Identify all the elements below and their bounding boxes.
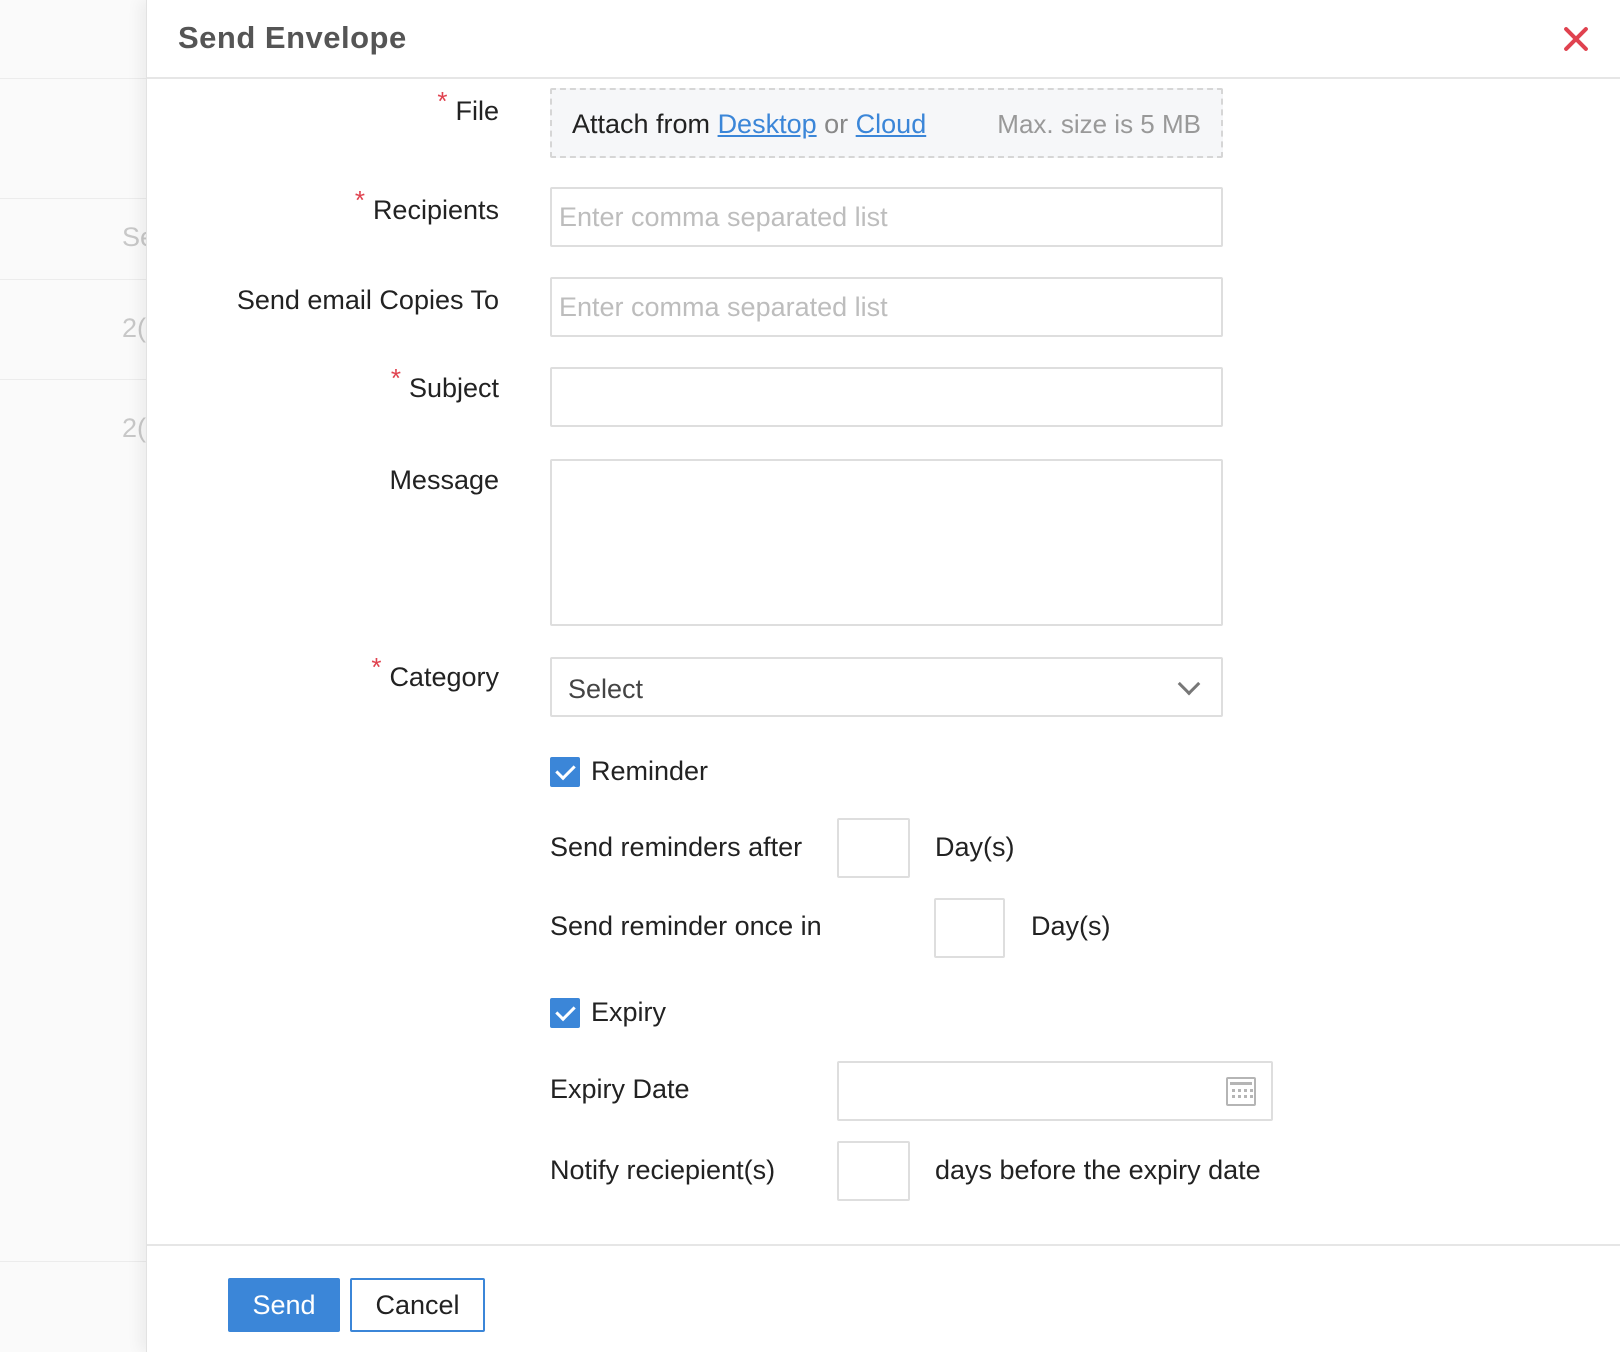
background-divider (0, 1261, 146, 1262)
notify-suffix: days before the expiry date (935, 1155, 1261, 1185)
recipients-input[interactable] (550, 187, 1223, 247)
max-size-note: Max. size is 5 MB (997, 109, 1201, 139)
reminder-once-label: Send reminder once in (550, 911, 822, 941)
background-row-text: Se (122, 222, 146, 252)
notify-days-input[interactable] (837, 1141, 910, 1201)
file-attach-dropzone[interactable]: Attach from Desktop or Cloud Max. size i… (550, 88, 1223, 158)
chevron-down-icon (1177, 672, 1201, 696)
cloud-link[interactable]: Cloud (856, 109, 927, 139)
send-envelope-dialog: Send Envelope * File Attach from Desktop … (146, 0, 1620, 1352)
required-marker: * (437, 86, 448, 116)
reminder-after-input[interactable] (837, 818, 910, 878)
subject-label-text: Subject (408, 373, 499, 403)
reminder-checkbox[interactable] (550, 757, 580, 787)
required-marker: * (354, 185, 365, 215)
subject-label: * Subject (391, 363, 499, 404)
category-selected-value: Select (568, 674, 644, 704)
background-divider (0, 198, 146, 199)
copies-input[interactable] (550, 277, 1223, 337)
cancel-button[interactable]: Cancel (350, 1278, 485, 1332)
reminder-after-label: Send reminders after (550, 832, 803, 862)
background-divider (0, 78, 146, 79)
dialog-footer: Send Cancel (147, 1244, 1620, 1352)
required-marker: * (390, 363, 401, 393)
expiry-date-picker[interactable] (837, 1061, 1273, 1121)
reminder-after-suffix: Day(s) (935, 832, 1015, 862)
category-select[interactable]: Select (550, 657, 1223, 717)
expiry-checkbox-label[interactable]: Expiry (591, 997, 666, 1028)
dialog-title: Send Envelope (178, 20, 407, 55)
attach-text: Attach from Desktop or Cloud (572, 109, 926, 140)
file-label-text: File (455, 96, 499, 126)
background-row-text: 2( (122, 313, 146, 343)
message-textarea[interactable] (550, 459, 1223, 626)
notify-label: Notify reciepient(s) (550, 1155, 776, 1185)
expiry-date-label: Expiry Date (550, 1074, 690, 1104)
required-marker: * (371, 652, 382, 682)
reminder-once-input[interactable] (934, 898, 1005, 958)
background-page: Se 2( 2( (0, 0, 146, 1352)
expiry-checkbox[interactable] (550, 998, 580, 1028)
reminder-checkbox-label[interactable]: Reminder (591, 756, 708, 787)
dialog-header: Send Envelope (147, 0, 1620, 79)
subject-input[interactable] (550, 367, 1223, 427)
recipients-label-text: Recipients (372, 195, 499, 225)
file-label: * File (437, 86, 499, 127)
send-button[interactable]: Send (228, 1278, 340, 1332)
category-label-text: Category (389, 662, 499, 692)
category-label: * Category (371, 652, 499, 693)
background-divider (0, 279, 146, 280)
background-divider (0, 379, 146, 380)
attach-or-text: or (824, 109, 849, 139)
close-icon[interactable] (1558, 21, 1594, 57)
copies-label: Send email Copies To (236, 285, 499, 315)
message-label: Message (389, 465, 499, 495)
desktop-link[interactable]: Desktop (718, 109, 817, 139)
attach-prefix: Attach from (572, 109, 711, 139)
reminder-once-suffix: Day(s) (1031, 911, 1111, 941)
background-row-text: 2( (122, 413, 146, 443)
recipients-label: * Recipients (355, 185, 499, 226)
calendar-icon[interactable] (1226, 1077, 1256, 1106)
